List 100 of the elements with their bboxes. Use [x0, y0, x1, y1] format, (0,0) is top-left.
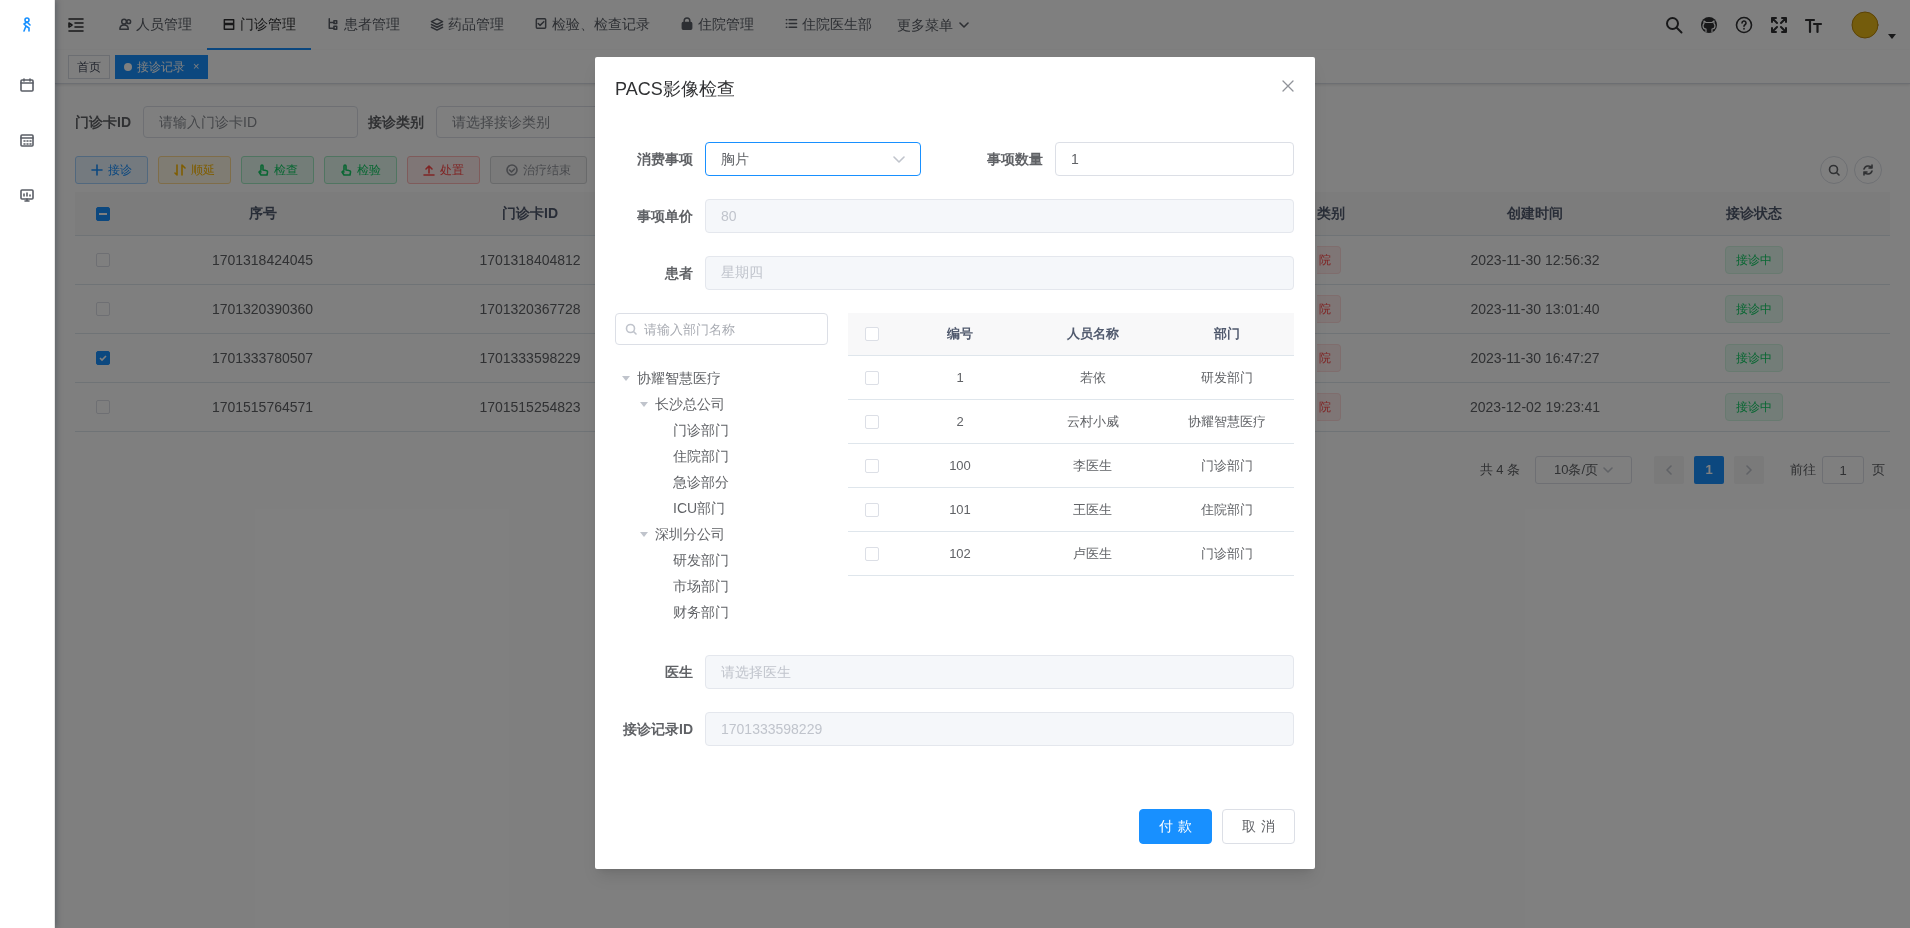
table-cell-text: 若依: [1078, 368, 1107, 387]
table-cell: 1701320390360: [211, 300, 314, 317]
close-icon[interactable]: [1281, 79, 1295, 93]
checkbox[interactable]: [95, 351, 110, 365]
table-cell-text: 102: [948, 544, 972, 563]
table-cell-text: 卢医生: [1072, 544, 1113, 563]
tree-node[interactable]: 研发部门: [673, 549, 729, 571]
page-tab[interactable]: 接诊记录 ×: [115, 54, 209, 79]
chevron-down-icon: [959, 20, 969, 30]
tree-node[interactable]: ICU部门: [673, 497, 726, 519]
refresh-button[interactable]: [1854, 156, 1882, 184]
nav-tab[interactable]: 检验、检查记录: [519, 0, 665, 50]
chevron-right-icon: [1744, 465, 1754, 475]
caret-down-icon[interactable]: [1888, 34, 1896, 40]
table-cell-text: 研发部门: [1200, 368, 1254, 387]
input-field[interactable]: 1: [1055, 142, 1294, 176]
chevron-left-icon: [1664, 465, 1674, 475]
table-cell-text: 住院部门: [1200, 500, 1254, 519]
cancel-button[interactable]: 取消: [1222, 809, 1295, 844]
monitor-icon[interactable]: [19, 187, 35, 203]
nav-tab[interactable]: 药品管理: [415, 0, 519, 50]
table-cell: 1701318404812: [479, 251, 581, 268]
tree-node[interactable]: 长沙总公司: [655, 393, 725, 415]
table-cell: 1701515254823: [479, 398, 581, 415]
tree-node[interactable]: 急诊部分: [673, 471, 729, 493]
tree-node[interactable]: 协耀智慧医疗: [637, 367, 721, 389]
category-tag: 院: [1317, 344, 1341, 372]
table-cell-text: 100: [948, 456, 972, 475]
sort-icon: [174, 164, 186, 176]
tree-node[interactable]: 住院部门: [673, 445, 729, 467]
table-cell-text: 李医生: [1072, 456, 1113, 475]
search-icon[interactable]: [1665, 16, 1683, 34]
checkbox-icon: [534, 17, 548, 31]
more-menu[interactable]: 更多菜单: [887, 0, 979, 50]
status-tag: 接诊中: [1725, 344, 1783, 372]
select-field[interactable]: 胸片: [705, 142, 921, 176]
chevron-down-icon: [1603, 465, 1613, 475]
tree-node[interactable]: 门诊部门: [673, 419, 729, 441]
table-cell-text: 云村小威: [1065, 412, 1120, 431]
table-cell-text: 101: [948, 500, 972, 519]
page-button[interactable]: 1: [1694, 456, 1724, 484]
nav-tab[interactable]: 患者管理: [311, 0, 415, 50]
table-cell-text: 2: [955, 412, 965, 431]
field-label: 医生: [664, 662, 694, 682]
toolbar-button[interactable]: 接诊: [75, 156, 148, 184]
chevron-down-icon: [893, 153, 905, 165]
column-header: 序号: [248, 205, 277, 221]
table-cell-text: 1: [955, 368, 965, 387]
fullscreen-icon[interactable]: [1770, 16, 1788, 34]
field-label: 事项数量: [986, 149, 1044, 169]
menu-icon[interactable]: [67, 16, 85, 34]
table-cell: 1701333780507: [211, 349, 314, 366]
pay-button[interactable]: 付款: [1139, 809, 1212, 844]
field-label: 事项单价: [636, 206, 694, 226]
page-size-select[interactable]: 10条/页: [1535, 456, 1632, 484]
avatar-icon[interactable]: [1850, 10, 1880, 40]
column-header: 类别: [1317, 205, 1345, 221]
font-size-icon[interactable]: [1805, 16, 1823, 34]
column-header: 部门: [1213, 325, 1241, 344]
calendar-grid-icon[interactable]: [19, 132, 35, 148]
table-cell-text: 王医生: [1072, 500, 1113, 519]
checkbox[interactable]: [95, 206, 110, 221]
previous-page-button[interactable]: [1654, 456, 1684, 484]
help-icon[interactable]: [1735, 16, 1753, 34]
tree-node[interactable]: 市场部门: [673, 575, 729, 597]
table-cell-text: 门诊部门: [1200, 544, 1254, 563]
check-circle-icon: [506, 164, 518, 176]
toolbar-button[interactable]: 处置: [407, 156, 480, 184]
table-cell: 1701320367728: [479, 300, 581, 317]
field-label: 消费事项: [636, 149, 694, 169]
nav-tab[interactable]: 人员管理: [103, 0, 207, 50]
table-cell-text: 协耀智慧医疗: [1187, 412, 1267, 431]
upload-icon: [423, 164, 435, 176]
category-tag: 院: [1317, 246, 1341, 274]
filter-label: 接诊类别: [368, 112, 425, 132]
nav-tab[interactable]: 住院医生部: [769, 0, 887, 50]
page-tab[interactable]: 首页: [68, 54, 110, 79]
close-tab[interactable]: ×: [193, 58, 200, 75]
table-cell-text: 门诊部门: [1200, 456, 1254, 475]
column-header: 门诊卡ID: [502, 205, 558, 221]
column-header: 人员名称: [1065, 325, 1120, 344]
status-tag: 接诊中: [1725, 246, 1783, 274]
field-label: 患者: [663, 263, 694, 283]
nav-tab[interactable]: 住院管理: [665, 0, 769, 50]
tree-node[interactable]: 财务部门: [673, 601, 729, 623]
table-cell: 1701333598229: [479, 349, 581, 366]
calendar-icon[interactable]: [19, 77, 35, 93]
field-label: 接诊记录ID: [622, 719, 694, 739]
search-icon: [625, 323, 637, 335]
cat-circle-icon[interactable]: [1700, 16, 1718, 34]
category-tag: 院: [1317, 295, 1341, 323]
table-cell: 2023-11-30 16:47:27: [1470, 349, 1600, 366]
tree-node[interactable]: 深圳分公司: [655, 523, 725, 545]
page-number-field[interactable]: 1: [1822, 456, 1864, 484]
next-page-button[interactable]: [1734, 456, 1764, 484]
search-button[interactable]: [1820, 156, 1848, 184]
layers-icon: [430, 17, 444, 31]
search-field[interactable]: 请输入部门名称: [615, 313, 828, 345]
table-cell: 2023-12-02 19:23:41: [1470, 398, 1600, 415]
table-cell: 1701318424045: [211, 251, 314, 268]
